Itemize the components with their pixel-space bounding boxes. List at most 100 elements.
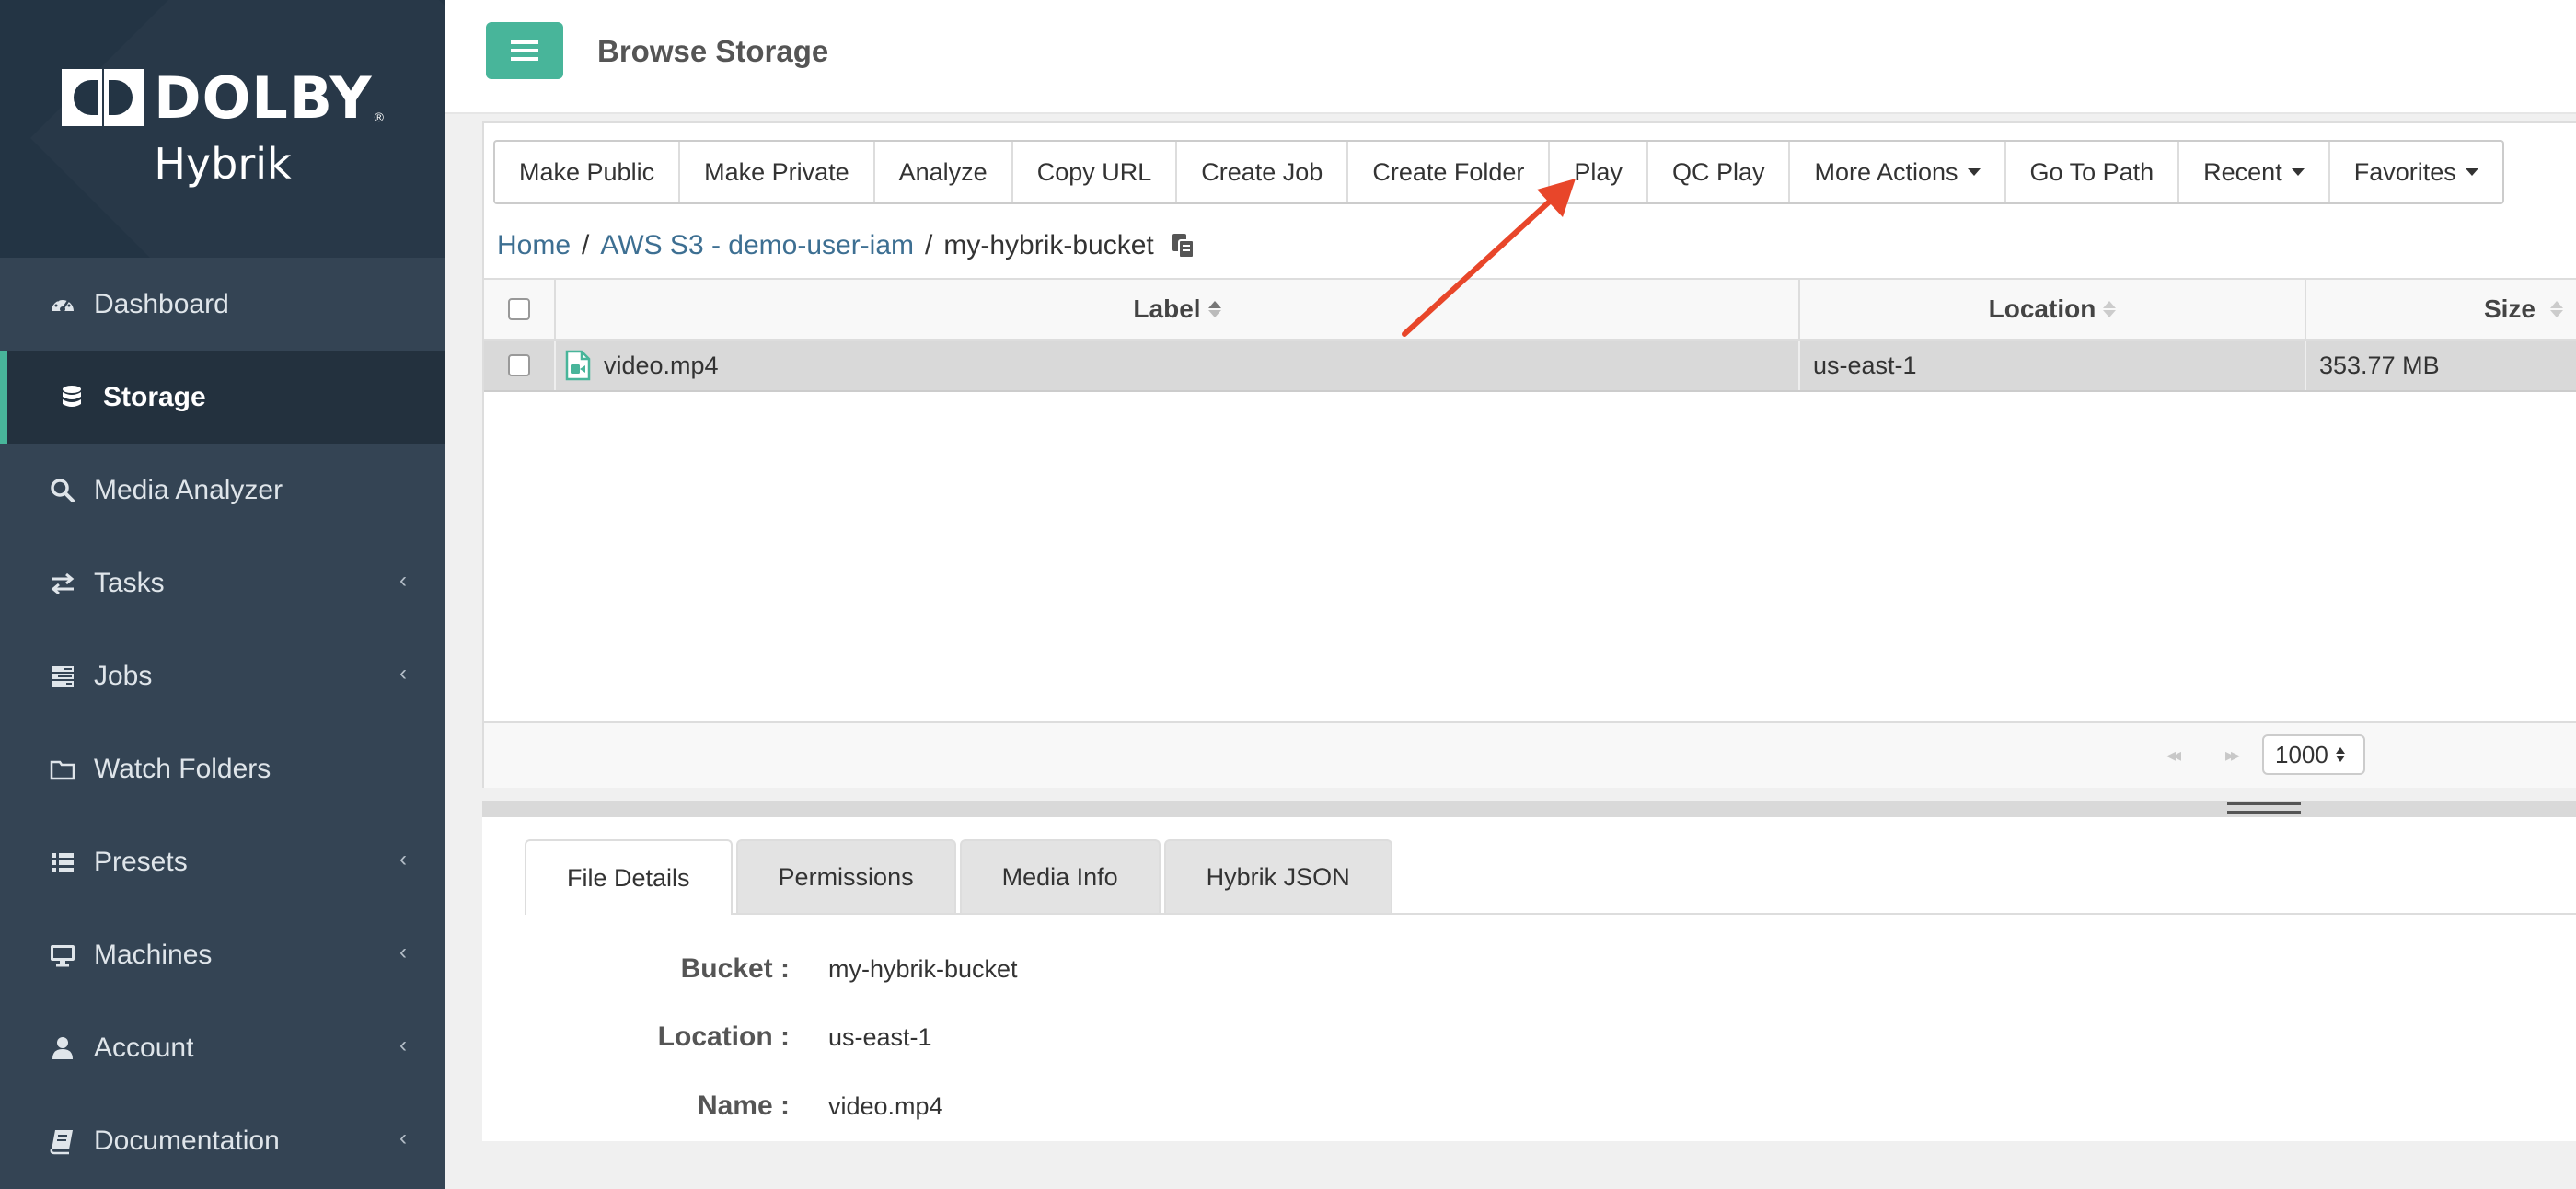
make-private-button[interactable]: Make Private <box>680 142 875 202</box>
sidebar-item-media-analyzer[interactable]: Media Analyzer <box>0 444 445 537</box>
detail-key: Name : <box>697 1091 790 1121</box>
sidebar-item-label: Presets <box>94 846 188 877</box>
column-header-label[interactable]: Label <box>556 280 1800 339</box>
column-header-location[interactable]: Location <box>1800 280 2306 339</box>
select-arrows-icon <box>2335 747 2345 762</box>
create-job-button[interactable]: Create Job <box>1177 142 1349 202</box>
hamburger-icon <box>511 40 538 61</box>
dolby-logo[interactable]: DOLBY ® <box>62 64 384 132</box>
tab-hybrik-json[interactable]: Hybrik JSON <box>1163 839 1392 913</box>
desktop-icon <box>48 941 77 970</box>
sidebar-item-jobs[interactable]: Jobs ‹ <box>0 629 445 722</box>
dashboard-icon <box>48 290 77 319</box>
detail-value: my-hybrik-bucket <box>828 954 1018 983</box>
brand-name: DOLBY <box>154 63 373 132</box>
breadcrumb: Home / AWS S3 - demo-user-iam / my-hybri… <box>497 230 1196 261</box>
breadcrumb-separator: / <box>925 230 933 260</box>
select-all-cell <box>484 280 556 339</box>
caret-down-icon <box>1967 168 1981 176</box>
chevron-left-icon: ‹ <box>399 661 407 686</box>
sidebar-item-dashboard[interactable]: Dashboard <box>0 258 445 351</box>
recent-label: Recent <box>2203 157 2282 186</box>
action-toolbar: Make Public Make Private Analyze Copy UR… <box>493 140 2504 204</box>
sidebar-item-label: Dashboard <box>94 288 229 319</box>
table-row[interactable]: video.mp4 us-east-1 353.77 MB <box>484 341 2576 392</box>
column-size-text: Size <box>2483 294 2536 323</box>
product-name: Hybrik <box>154 138 292 189</box>
sort-icon <box>2103 301 2117 317</box>
more-actions-dropdown[interactable]: More Actions <box>1790 142 2006 202</box>
database-icon <box>57 383 87 412</box>
menu-toggle-button[interactable] <box>486 22 563 79</box>
play-button[interactable]: Play <box>1550 142 1648 202</box>
detail-row-name: Name : video.mp4 <box>482 1091 943 1122</box>
sidebar-item-presets[interactable]: Presets ‹ <box>0 815 445 908</box>
detail-value: us-east-1 <box>828 1022 932 1051</box>
row-label-cell: video.mp4 <box>556 341 1800 390</box>
tasks-icon <box>48 662 77 691</box>
detail-row-location: Location : us-east-1 <box>482 1022 932 1053</box>
row-location-cell: us-east-1 <box>1800 341 2306 390</box>
drag-handle-icon[interactable] <box>2227 802 2301 814</box>
sidebar-item-watch-folders[interactable]: Watch Folders <box>0 722 445 815</box>
go-to-path-button[interactable]: Go To Path <box>2006 142 2180 202</box>
details-tabs: File Details Permissions Media Info Hybr… <box>525 839 2576 915</box>
breadcrumb-home-link[interactable]: Home <box>497 230 571 261</box>
qc-play-button[interactable]: QC Play <box>1648 142 1791 202</box>
sidebar-item-label: Tasks <box>94 567 165 598</box>
pagination-bar: ◂◂ ▸▸ 1000 <box>484 721 2576 788</box>
sidebar-item-documentation[interactable]: Documentation ‹ <box>0 1094 445 1187</box>
sidebar-item-label: Jobs <box>94 660 153 691</box>
tab-media-info[interactable]: Media Info <box>959 839 1161 913</box>
chevron-left-icon: ‹ <box>399 1126 407 1150</box>
column-label-text: Label <box>1133 294 1201 323</box>
row-checkbox[interactable] <box>508 354 530 376</box>
tab-permissions[interactable]: Permissions <box>735 839 956 913</box>
sidebar-item-label: Media Analyzer <box>94 474 283 505</box>
page-size-select[interactable]: 1000 <box>2262 734 2365 775</box>
favorites-dropdown[interactable]: Favorites <box>2330 142 2502 202</box>
storage-browser-panel: Make Public Make Private Analyze Copy UR… <box>482 121 2576 788</box>
make-public-button[interactable]: Make Public <box>495 142 681 202</box>
sidebar-item-tasks[interactable]: Tasks ‹ <box>0 537 445 629</box>
breadcrumb-separator: / <box>582 230 590 260</box>
column-header-size[interactable]: Size <box>2306 280 2576 339</box>
row-checkbox-cell <box>484 341 556 390</box>
exchange-icon <box>48 569 77 598</box>
create-folder-button[interactable]: Create Folder <box>1348 142 1551 202</box>
sidebar-item-storage[interactable]: Storage <box>0 351 445 444</box>
panel-splitter[interactable] <box>482 801 2576 817</box>
detail-value: video.mp4 <box>828 1091 943 1120</box>
file-name[interactable]: video.mp4 <box>604 352 719 380</box>
video-file-icon <box>565 350 591 381</box>
caret-down-icon <box>2291 168 2305 176</box>
next-page-icon[interactable]: ▸▸ <box>2225 744 2240 767</box>
sidebar-item-label: Machines <box>94 939 213 970</box>
sidebar-item-label: Account <box>94 1032 194 1063</box>
sidebar-item-label: Watch Folders <box>94 753 271 784</box>
chevron-left-icon: ‹ <box>399 1033 407 1057</box>
copy-path-icon[interactable] <box>1171 232 1196 260</box>
user-icon <box>48 1033 77 1063</box>
file-table: Label Location Size video.mp4 us-east-1 … <box>484 278 2576 392</box>
more-actions-label: More Actions <box>1814 157 1958 186</box>
sidebar-item-account[interactable]: Account ‹ <box>0 1001 445 1094</box>
column-location-text: Location <box>1988 294 2097 323</box>
dolby-dd-icon <box>62 69 145 126</box>
recent-dropdown[interactable]: Recent <box>2179 142 2330 202</box>
chevron-left-icon: ‹ <box>399 568 407 593</box>
top-header: Browse Storage <box>445 0 2576 114</box>
analyze-button[interactable]: Analyze <box>875 142 1013 202</box>
select-all-checkbox[interactable] <box>508 298 530 320</box>
folder-icon <box>48 755 77 784</box>
tab-file-details[interactable]: File Details <box>525 839 733 915</box>
sidebar-item-label: Storage <box>103 381 206 412</box>
sidebar-item-machines[interactable]: Machines ‹ <box>0 908 445 1001</box>
sidebar-item-label: Documentation <box>94 1125 280 1156</box>
copy-url-button[interactable]: Copy URL <box>1013 142 1178 202</box>
search-icon <box>48 476 77 505</box>
brand-area: DOLBY ® Hybrik <box>0 0 445 258</box>
first-page-icon[interactable]: ◂◂ <box>2166 744 2181 767</box>
detail-key: Bucket : <box>680 953 790 984</box>
breadcrumb-account-link[interactable]: AWS S3 - demo-user-iam <box>600 230 914 261</box>
